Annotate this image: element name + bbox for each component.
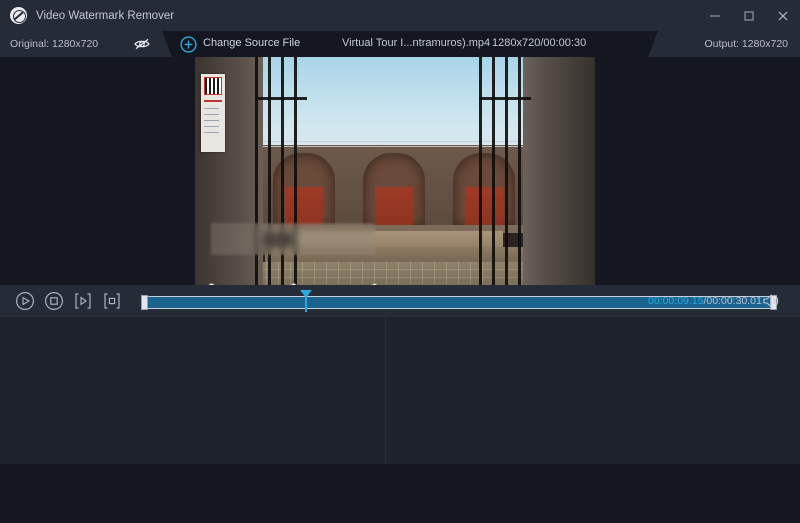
watermark-blur-patch	[211, 223, 375, 255]
source-file-name: Virtual Tour I...ntramuros).mp4	[342, 37, 490, 49]
transport-bar: 00:00:09.15/00:00:30.01	[0, 285, 800, 317]
total-time: 00:00:30.01	[706, 295, 761, 307]
video-frame[interactable]	[195, 57, 595, 285]
wall-poster	[201, 74, 225, 152]
arch-center	[363, 153, 425, 227]
video-preview-area	[0, 57, 800, 285]
app-logo-icon	[10, 7, 27, 24]
output-info-tab: Output: 1280x720	[648, 31, 800, 57]
original-resolution-label: Original: 1280x720	[10, 38, 98, 50]
title-bar: Video Watermark Remover	[0, 0, 800, 31]
minimize-icon[interactable]	[698, 0, 732, 31]
output-resolution-label: Output: 1280x720	[705, 38, 788, 50]
playhead-line	[305, 297, 307, 312]
panel-divider	[385, 317, 386, 464]
iron-gate-right	[479, 57, 531, 285]
app-window: Video Watermark Remover Original: 1280x7…	[0, 0, 800, 523]
bottom-bar: Output: Virtual Tour It...tramuros)_D.mp…	[0, 464, 800, 523]
change-source-file-button[interactable]: Change Source File	[203, 37, 300, 49]
qr-code-icon	[204, 77, 222, 95]
editor-lower-section: 00:00:00.00 — 00:00:30.01 + Add watermar…	[0, 317, 800, 464]
maximize-icon[interactable]	[732, 0, 766, 31]
close-icon[interactable]	[766, 0, 800, 31]
time-readout: 00:00:09.15/00:00:30.01	[648, 295, 762, 307]
source-file-meta: 1280x720/00:00:30	[492, 37, 586, 49]
current-time: 00:00:09.15	[648, 295, 703, 307]
eye-off-icon[interactable]	[133, 36, 151, 52]
play-icon[interactable]	[14, 290, 36, 312]
stop-icon[interactable]	[43, 290, 65, 312]
window-controls	[698, 0, 800, 31]
timeline-trim-start-handle[interactable]	[141, 295, 148, 310]
source-toolbar: Original: 1280x720 Change Source File Vi…	[0, 31, 800, 57]
snapshot-icon[interactable]	[101, 290, 123, 312]
plus-circle-icon[interactable]	[180, 36, 197, 53]
preview-clip-icon[interactable]	[72, 290, 94, 312]
window-title: Video Watermark Remover	[36, 10, 174, 22]
volume-icon[interactable]	[762, 293, 780, 309]
tunnel-wall-right	[523, 57, 595, 285]
